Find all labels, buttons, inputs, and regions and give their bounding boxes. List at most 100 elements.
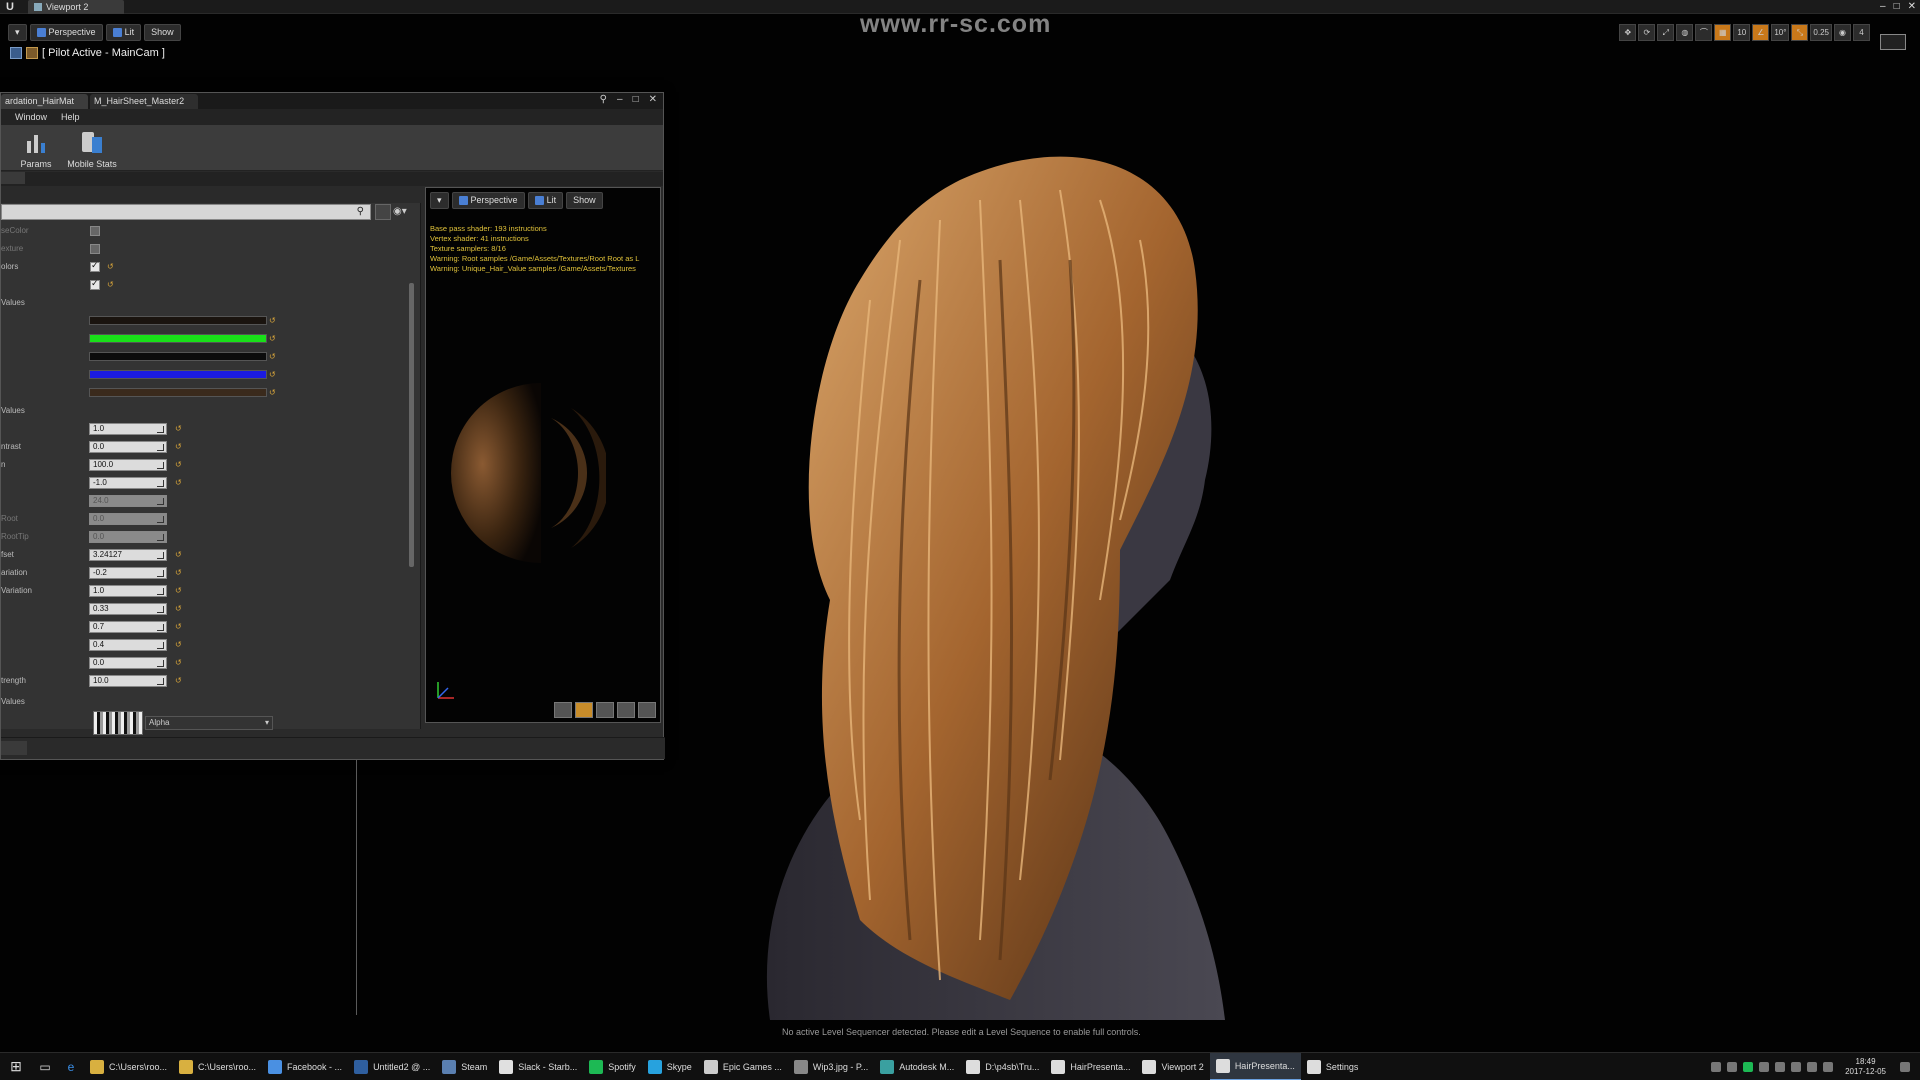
scalar-value-input[interactable]: 3.24127: [89, 549, 167, 561]
vector-section-header[interactable]: Values: [1, 296, 401, 310]
taskbar-item[interactable]: Untitled2 @ ...: [348, 1053, 436, 1080]
reset-icon[interactable]: ↺: [175, 566, 182, 580]
world-local-icon[interactable]: ◍: [1676, 24, 1694, 41]
perspective-button[interactable]: Perspective: [29, 24, 103, 41]
param-checkbox[interactable]: [90, 260, 100, 272]
hair-render-scene[interactable]: [600, 120, 1320, 1020]
texture-thumbnail[interactable]: [93, 711, 143, 735]
edge-icon[interactable]: e: [58, 1060, 84, 1074]
scale-tool-icon[interactable]: ⤢: [1657, 24, 1675, 41]
camera-speed-icon[interactable]: ◉: [1834, 24, 1851, 41]
show-button[interactable]: Show: [144, 24, 181, 41]
scalar-value-input[interactable]: 0.33: [89, 603, 167, 615]
taskbar-item[interactable]: Settings: [1301, 1053, 1365, 1080]
camera-speed-value[interactable]: 4: [1853, 24, 1870, 41]
tray-icon[interactable]: [1759, 1062, 1770, 1072]
start-icon[interactable]: ⊞: [0, 1058, 32, 1075]
taskbar-item[interactable]: HairPresenta...: [1209, 1052, 1301, 1080]
minimize-button[interactable]: –: [1880, 0, 1886, 13]
editor-maximize-button[interactable]: □: [633, 94, 639, 105]
taskbar-item[interactable]: HairPresenta...: [1045, 1053, 1136, 1080]
menu-window[interactable]: Window: [15, 109, 47, 125]
taskbar-item[interactable]: C:\Users\roo...: [173, 1053, 262, 1080]
editor-close-button[interactable]: ✕: [649, 94, 657, 105]
pin-icon[interactable]: ⚲: [600, 94, 607, 105]
camera-icon[interactable]: [26, 47, 38, 59]
scalar-value-input[interactable]: -0.2: [89, 567, 167, 579]
maximize-button[interactable]: □: [1894, 0, 1900, 13]
scalar-value-input[interactable]: 10.0: [89, 675, 167, 687]
translate-tool-icon[interactable]: ✥: [1619, 24, 1637, 41]
eye-icon[interactable]: ◉▾: [393, 206, 407, 217]
taskbar-item[interactable]: Steam: [436, 1053, 493, 1080]
scalar-value-input[interactable]: -1.0: [89, 477, 167, 489]
task-view-icon[interactable]: ▭: [32, 1060, 58, 1074]
scale-snap-value[interactable]: 0.25: [1810, 24, 1832, 41]
scalar-value-input[interactable]: 0.0: [89, 441, 167, 453]
taskbar-item[interactable]: Skype: [642, 1053, 698, 1080]
taskbar-item[interactable]: Autodesk M...: [874, 1053, 960, 1080]
reset-icon[interactable]: ↺: [175, 476, 182, 490]
tray-icon[interactable]: [1775, 1062, 1786, 1072]
reset-icon[interactable]: ↺: [175, 602, 182, 616]
color-swatch[interactable]: [89, 370, 267, 379]
reset-icon[interactable]: ↺: [175, 656, 182, 670]
taskbar-item[interactable]: Slack - Starb...: [493, 1053, 583, 1080]
rotate-tool-icon[interactable]: ⟳: [1638, 24, 1656, 41]
scalar-section-header[interactable]: Values: [1, 404, 401, 418]
reset-icon[interactable]: ↺: [269, 314, 276, 328]
plane-preview-icon[interactable]: [596, 702, 614, 718]
cylinder-preview-icon[interactable]: [554, 702, 572, 718]
reset-icon[interactable]: ↺: [269, 350, 276, 364]
keyboard-icon[interactable]: [1823, 1062, 1834, 1072]
mesh-preview-icon[interactable]: [638, 702, 656, 718]
network-icon[interactable]: [1791, 1062, 1802, 1072]
param-checkbox[interactable]: [90, 226, 100, 236]
scalar-value-input[interactable]: 0.4: [89, 639, 167, 651]
rotation-snap-value[interactable]: 10°: [1771, 24, 1790, 41]
grid-snap-icon[interactable]: ▦: [1714, 24, 1732, 41]
menu-help[interactable]: Help: [61, 109, 80, 125]
reset-icon[interactable]: ↺: [107, 260, 114, 274]
volume-icon[interactable]: [1807, 1062, 1818, 1072]
color-swatch[interactable]: [89, 388, 267, 397]
mobile-stats-button[interactable]: Mobile Stats: [67, 127, 117, 170]
reset-icon[interactable]: ↺: [175, 584, 182, 598]
viewport-options-button[interactable]: ▾: [8, 24, 27, 41]
reset-icon[interactable]: ↺: [107, 278, 114, 292]
tab-hairsheet-master[interactable]: M_HairSheet_Master2: [90, 94, 199, 109]
reset-icon[interactable]: ↺: [175, 422, 182, 436]
taskbar-item[interactable]: Spotify: [583, 1053, 642, 1080]
scalar-value-input[interactable]: 1.0: [89, 423, 167, 435]
reset-icon[interactable]: ↺: [269, 386, 276, 400]
view-options-icon[interactable]: [375, 204, 391, 220]
reset-icon[interactable]: ↺: [269, 332, 276, 346]
material-preview-viewport[interactable]: ▾ Perspective Lit Show Base pass shader:…: [425, 187, 661, 723]
taskbar-item[interactable]: Wip3.jpg - P...: [788, 1053, 874, 1080]
tray-icon[interactable]: [1727, 1062, 1738, 1072]
viewport-tab[interactable]: Viewport 2: [28, 0, 125, 14]
reset-icon[interactable]: ↺: [175, 638, 182, 652]
reset-icon[interactable]: ↺: [175, 548, 182, 562]
tray-icon[interactable]: [1743, 1062, 1754, 1072]
reset-icon[interactable]: ↺: [175, 620, 182, 634]
color-swatch[interactable]: [89, 334, 267, 343]
eject-pilot-icon[interactable]: [10, 47, 22, 59]
tray-icon[interactable]: [1711, 1062, 1722, 1072]
details-scrollbar[interactable]: [409, 283, 414, 567]
scalar-value-input[interactable]: 1.0: [89, 585, 167, 597]
viewport-layout-icon[interactable]: [1880, 34, 1906, 50]
preview-perspective-button[interactable]: Perspective: [451, 192, 525, 209]
taskbar-item[interactable]: Viewport 2: [1136, 1053, 1209, 1080]
taskbar-item[interactable]: D:\p4sb\Tru...: [960, 1053, 1045, 1080]
scalar-value-input[interactable]: 0.7: [89, 621, 167, 633]
lit-button[interactable]: Lit: [105, 24, 142, 41]
param-checkbox[interactable]: [90, 244, 100, 254]
reset-icon[interactable]: ↺: [175, 674, 182, 688]
scalar-value-input[interactable]: 0.0: [89, 513, 167, 525]
clock[interactable]: 18:49 2017-12-05: [1845, 1057, 1886, 1077]
details-tab[interactable]: [1, 172, 25, 184]
reset-icon[interactable]: ↺: [175, 440, 182, 454]
texture-section-header[interactable]: Values: [1, 695, 401, 709]
param-checkbox[interactable]: [90, 278, 100, 290]
